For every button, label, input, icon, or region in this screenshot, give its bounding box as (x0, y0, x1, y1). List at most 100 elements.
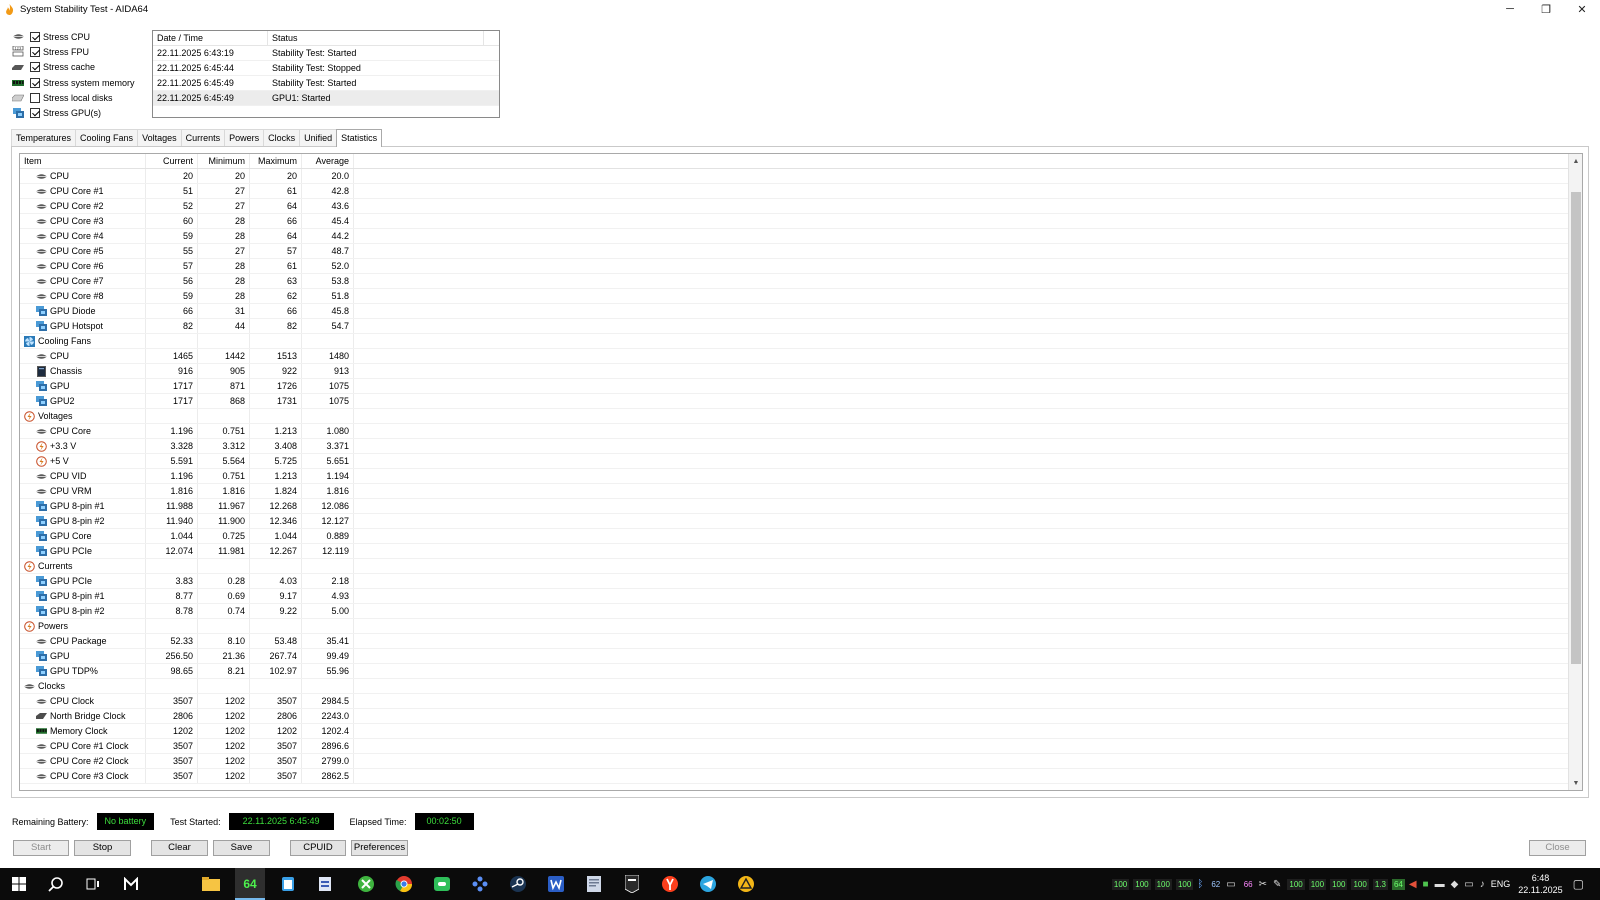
header-current[interactable]: Current (146, 154, 198, 168)
statistics-row[interactable]: +5 V 5.591 5.564 5.725 5.651 (20, 454, 1582, 469)
statistics-row[interactable]: CPU Core #2 Clock 3507 1202 3507 2799.0 (20, 754, 1582, 769)
chrome-icon[interactable] (395, 875, 413, 893)
scroll-up-arrow-icon[interactable]: ▲ (1569, 154, 1582, 168)
bluetooth-icon[interactable]: ᛒ (1197, 879, 1203, 890)
vertical-scrollbar[interactable]: ▲ ▼ (1568, 154, 1582, 790)
header-maximum[interactable]: Maximum (250, 154, 302, 168)
tab-temperatures[interactable]: Temperatures (11, 129, 77, 146)
notifications-icon[interactable]: ▢ (1573, 877, 1584, 891)
stress-checkbox[interactable] (30, 46, 40, 57)
statistics-row[interactable]: Chassis 916 905 922 913 (20, 364, 1582, 379)
statistics-row[interactable]: GPU2 1717 868 1731 1075 (20, 394, 1582, 409)
warning-icon[interactable] (737, 875, 755, 893)
restore-button[interactable]: ❐ (1528, 0, 1564, 18)
stress-checkbox[interactable] (30, 77, 40, 88)
log-row[interactable]: 22.11.2025 6:43:19 Stability Test: Start… (153, 46, 499, 61)
log-header-status[interactable]: Status (268, 31, 484, 45)
statistics-row[interactable]: CPU Package 52.33 8.10 53.48 35.41 (20, 634, 1582, 649)
tab-powers[interactable]: Powers (224, 129, 265, 146)
tray-value[interactable]: 100 (1154, 878, 1172, 890)
tab-clocks[interactable]: Clocks (263, 129, 301, 146)
statistics-row[interactable]: CPU Core #1 51 27 61 42.8 (20, 184, 1582, 199)
notepad-icon[interactable] (279, 875, 297, 893)
search-icon[interactable] (47, 875, 65, 893)
statistics-row[interactable]: CPU Core #6 57 28 61 52.0 (20, 259, 1582, 274)
tray-value[interactable]: 1.3 (1372, 878, 1388, 890)
stress-option[interactable]: Stress local disks (11, 90, 146, 105)
telegram-icon[interactable] (699, 875, 717, 893)
stress-checkbox[interactable] (30, 62, 40, 73)
statistics-row[interactable]: CPU Core #8 59 28 62 51.8 (20, 289, 1582, 304)
statistics-row[interactable]: GPU Diode 66 31 66 45.8 (20, 304, 1582, 319)
tab-currents[interactable]: Currents (180, 129, 226, 146)
shield-icon[interactable]: ◆ (1451, 879, 1459, 890)
nvidia-icon[interactable]: ■ (1423, 879, 1429, 890)
header-item[interactable]: Item (20, 154, 146, 168)
statistics-row[interactable]: GPU TDP% 98.65 8.21 102.97 55.96 (20, 664, 1582, 679)
statistics-row[interactable]: CPU 1465 1442 1513 1480 (20, 349, 1582, 364)
statistics-row[interactable]: CPU Clock 3507 1202 3507 2984.5 (20, 694, 1582, 709)
statistics-row[interactable]: GPU 256.50 21.36 267.74 99.49 (20, 649, 1582, 664)
header-average[interactable]: Average (302, 154, 354, 168)
stress-option[interactable]: Stress cache (11, 60, 146, 75)
file-explorer-icon[interactable] (202, 875, 220, 893)
statistics-row[interactable]: CPU Core #5 55 27 57 48.7 (20, 244, 1582, 259)
statistics-row[interactable]: CPU Core #2 52 27 64 43.6 (20, 199, 1582, 214)
dots-icon[interactable] (471, 875, 489, 893)
pen-icon[interactable]: ✎ (1273, 879, 1281, 890)
clear-button[interactable]: Clear (151, 840, 208, 856)
statistics-row[interactable]: CPU Core #3 Clock 3507 1202 3507 2862.5 (20, 769, 1582, 784)
tab-unified[interactable]: Unified (299, 129, 338, 146)
windows-start-icon[interactable] (10, 875, 28, 893)
stress-checkbox[interactable] (30, 92, 40, 103)
statistics-row[interactable]: CPU 20 20 20 20.0 (20, 169, 1582, 184)
statistics-group-row[interactable]: Currents (20, 559, 1582, 574)
app-m-icon[interactable] (122, 875, 140, 893)
minimize-button[interactable]: ─ (1492, 0, 1528, 18)
statistics-group-row[interactable]: Clocks (20, 679, 1582, 694)
stress-checkbox[interactable] (30, 31, 40, 42)
statistics-row[interactable]: CPU Core #3 60 28 66 45.4 (20, 214, 1582, 229)
monitor-tray-icon[interactable]: ▭ (1226, 879, 1235, 890)
statistics-row[interactable]: GPU 8-pin #2 11.940 11.900 12.346 12.127 (20, 514, 1582, 529)
close-window-button[interactable]: ✕ (1564, 0, 1600, 18)
tray-value[interactable]: 66 (1242, 879, 1255, 890)
statistics-row[interactable]: CPU Core 1.196 0.751 1.213 1.080 (20, 424, 1582, 439)
tools-icon[interactable]: ✂ (1259, 879, 1267, 890)
statistics-row[interactable]: GPU Hotspot 82 44 82 54.7 (20, 319, 1582, 334)
tray-value[interactable]: 100 (1351, 878, 1369, 890)
language-indicator[interactable]: ENG (1491, 879, 1511, 889)
statistics-row[interactable]: CPU VRM 1.816 1.816 1.824 1.816 (20, 484, 1582, 499)
task-view-icon[interactable] (84, 875, 102, 893)
epic-games-icon[interactable] (623, 875, 641, 893)
volume-icon[interactable]: ♪ (1480, 879, 1485, 890)
drive-icon[interactable]: ▬ (1435, 879, 1445, 890)
statistics-row[interactable]: GPU PCIe 3.83 0.28 4.03 2.18 (20, 574, 1582, 589)
stress-option[interactable]: 123 Stress FPU (11, 44, 146, 59)
statistics-row[interactable]: GPU Core 1.044 0.725 1.044 0.889 (20, 529, 1582, 544)
scrollbar-thumb[interactable] (1571, 192, 1581, 664)
log-row[interactable]: 22.11.2025 6:45:44 Stability Test: Stopp… (153, 61, 499, 76)
statistics-row[interactable]: Memory Clock 1202 1202 1202 1202.4 (20, 724, 1582, 739)
tray-value[interactable]: 100 (1111, 878, 1130, 890)
statistics-row[interactable]: GPU 1717 871 1726 1075 (20, 379, 1582, 394)
gamepad-icon[interactable] (433, 875, 451, 893)
statistics-row[interactable]: North Bridge Clock 2806 1202 2806 2243.0 (20, 709, 1582, 724)
stress-checkbox[interactable] (30, 108, 40, 119)
tray-value[interactable]: 100 (1287, 878, 1305, 890)
statistics-row[interactable]: CPU VID 1.196 0.751 1.213 1.194 (20, 469, 1582, 484)
tray-value[interactable]: 100 (1175, 878, 1194, 890)
preferences-button[interactable]: Preferences (351, 840, 408, 856)
network-icon[interactable]: ▭ (1464, 879, 1473, 890)
tray-value[interactable]: 100 (1133, 878, 1151, 890)
stress-option[interactable]: Stress system memory (11, 75, 146, 90)
xbox-icon[interactable] (357, 875, 375, 893)
statistics-row[interactable]: GPU PCIe 12.074 11.981 12.267 12.119 (20, 544, 1582, 559)
close-button[interactable]: Close (1529, 840, 1586, 856)
log-row-selected[interactable]: 22.11.2025 6:45:49 GPU1: Started (153, 91, 499, 106)
tray-value[interactable]: 62 (1209, 879, 1222, 890)
statistics-group-row[interactable]: Cooling Fans (20, 334, 1582, 349)
start-button[interactable]: Start (13, 840, 69, 856)
header-minimum[interactable]: Minimum (198, 154, 250, 168)
statistics-row[interactable]: +3.3 V 3.328 3.312 3.408 3.371 (20, 439, 1582, 454)
